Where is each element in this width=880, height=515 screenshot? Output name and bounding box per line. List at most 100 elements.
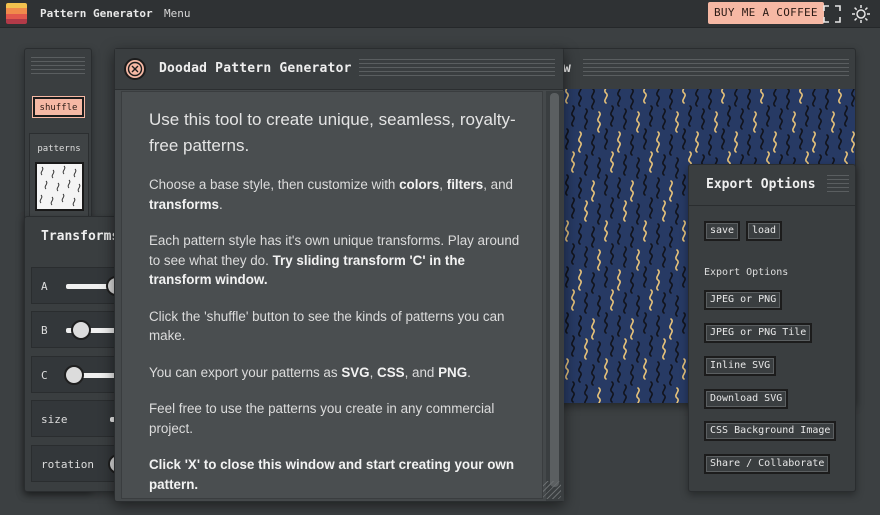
sidebar-drag-handle[interactable] xyxy=(31,57,85,77)
pattern-squiggle xyxy=(617,361,621,383)
pattern-squiggle xyxy=(649,335,653,357)
pattern-squiggle xyxy=(617,89,621,107)
shuffle-button[interactable]: shuffle xyxy=(33,97,84,117)
pattern-squiggle xyxy=(818,108,822,130)
pattern-squiggle xyxy=(656,177,660,199)
pattern-squiggle xyxy=(649,381,653,403)
pattern-squiggle xyxy=(591,364,595,386)
pattern-squiggle xyxy=(662,292,666,314)
preview-titlebar[interactable]: w xyxy=(557,49,855,89)
pattern-squiggle xyxy=(623,246,627,268)
pattern-squiggle xyxy=(623,108,627,130)
save-button[interactable]: save xyxy=(704,221,741,241)
pattern-squiggle xyxy=(617,131,621,153)
pattern-squiggle xyxy=(604,220,608,242)
close-instruction-text: Click 'X' to close this window and start… xyxy=(149,457,514,492)
load-button[interactable]: load xyxy=(746,221,783,241)
pattern-squiggle xyxy=(636,341,640,363)
export-css-background-button[interactable]: CSS Background Image xyxy=(704,421,837,441)
transform-slider-label: C xyxy=(41,369,48,382)
modal-text: Use this tool to create unique, seamless… xyxy=(149,107,524,498)
pattern-squiggle xyxy=(799,89,803,104)
pattern-squiggle xyxy=(682,358,686,380)
share-collaborate-button[interactable]: Share / Collaborate xyxy=(704,454,831,474)
pattern-squiggle xyxy=(617,269,621,291)
buy-coffee-button[interactable]: BUY ME A COFFEE xyxy=(708,2,824,24)
pattern-squiggle xyxy=(831,111,835,133)
pattern-squiggle xyxy=(630,134,634,156)
pattern-squiggle xyxy=(623,292,627,314)
pattern-squiggle xyxy=(578,361,582,383)
thumbnail-squiggles xyxy=(39,165,81,207)
pattern-squiggle xyxy=(630,226,634,248)
sun-icon[interactable] xyxy=(851,4,871,24)
close-icon xyxy=(127,61,143,77)
pattern-thumbnail[interactable] xyxy=(35,162,84,211)
pattern-squiggle xyxy=(656,269,660,291)
pattern-squiggle xyxy=(747,134,751,156)
pattern-squiggle xyxy=(604,174,608,196)
pattern-squiggle xyxy=(773,131,777,153)
export-drag-handle[interactable] xyxy=(827,175,849,195)
export-text: You can export your patterns as SVG, CSS… xyxy=(149,364,471,380)
pattern-squiggle xyxy=(591,226,595,248)
pattern-squiggle xyxy=(584,108,588,130)
export-inline-svg-button[interactable]: Inline SVG xyxy=(704,356,777,376)
pattern-squiggle xyxy=(630,180,634,202)
preview-drag-handle[interactable] xyxy=(583,59,849,79)
fullscreen-icon[interactable] xyxy=(822,4,842,24)
pattern-squiggle xyxy=(779,108,783,130)
pattern-squiggle xyxy=(643,266,647,288)
export-jpeg-png-button[interactable]: JPEG or PNG xyxy=(704,290,783,310)
export-title: Export Options xyxy=(706,177,816,192)
pattern-squiggle xyxy=(675,387,679,403)
close-button[interactable] xyxy=(124,58,146,80)
pattern-squiggle xyxy=(597,157,601,179)
pattern-squiggle xyxy=(591,89,595,110)
transform-slider-label: A xyxy=(41,280,48,293)
app-logo[interactable] xyxy=(6,3,27,24)
pattern-squiggle xyxy=(571,243,575,265)
transform-slider-label: rotation xyxy=(41,458,94,471)
pattern-squiggle xyxy=(604,89,608,104)
pattern-squiggle xyxy=(812,131,816,153)
pattern-squiggle xyxy=(773,89,777,107)
pattern-squiggle xyxy=(604,312,608,334)
pattern-squiggle xyxy=(571,197,575,219)
pattern-squiggle xyxy=(571,151,575,173)
modal-body: Use this tool to create unique, seamless… xyxy=(121,91,543,499)
pattern-squiggle xyxy=(584,292,588,314)
export-download-svg-button[interactable]: Download SVG xyxy=(704,389,789,409)
export-jpeg-png-tile-button[interactable]: JPEG or PNG Tile xyxy=(704,323,813,343)
resize-handle[interactable] xyxy=(543,481,561,499)
slider-knob[interactable] xyxy=(71,320,91,340)
pattern-squiggle xyxy=(740,108,744,130)
pattern-squiggle xyxy=(695,89,699,107)
pattern-squiggle xyxy=(675,157,679,179)
pattern-squiggle xyxy=(656,315,660,337)
pattern-squiggle xyxy=(610,335,614,357)
menu-button[interactable]: Menu xyxy=(164,7,191,20)
pattern-squiggle xyxy=(591,318,595,340)
pattern-squiggle xyxy=(675,249,679,271)
pattern-squiggle xyxy=(656,89,660,107)
scrollbar-thumb[interactable] xyxy=(550,93,559,487)
pattern-squiggle xyxy=(669,272,673,294)
pattern-squiggle xyxy=(649,197,653,219)
pattern-squiggle xyxy=(636,249,640,271)
slider-knob[interactable] xyxy=(64,365,84,385)
pattern-squiggle xyxy=(584,246,588,268)
modal-scrollbar[interactable] xyxy=(546,91,564,501)
pattern-squiggle xyxy=(649,289,653,311)
pattern-squiggle xyxy=(688,105,692,127)
pattern-squiggle xyxy=(649,105,653,127)
pattern-squiggle xyxy=(623,200,627,222)
pattern-squiggle xyxy=(617,177,621,199)
pattern-squiggle xyxy=(610,243,614,265)
pattern-squiggle xyxy=(734,89,738,107)
pattern-squiggle xyxy=(721,128,725,150)
pattern-squiggle xyxy=(584,200,588,222)
modal-drag-handle[interactable] xyxy=(359,59,555,79)
modal-titlebar[interactable]: Doodad Pattern Generator xyxy=(115,49,563,90)
pattern-squiggle xyxy=(662,154,666,176)
